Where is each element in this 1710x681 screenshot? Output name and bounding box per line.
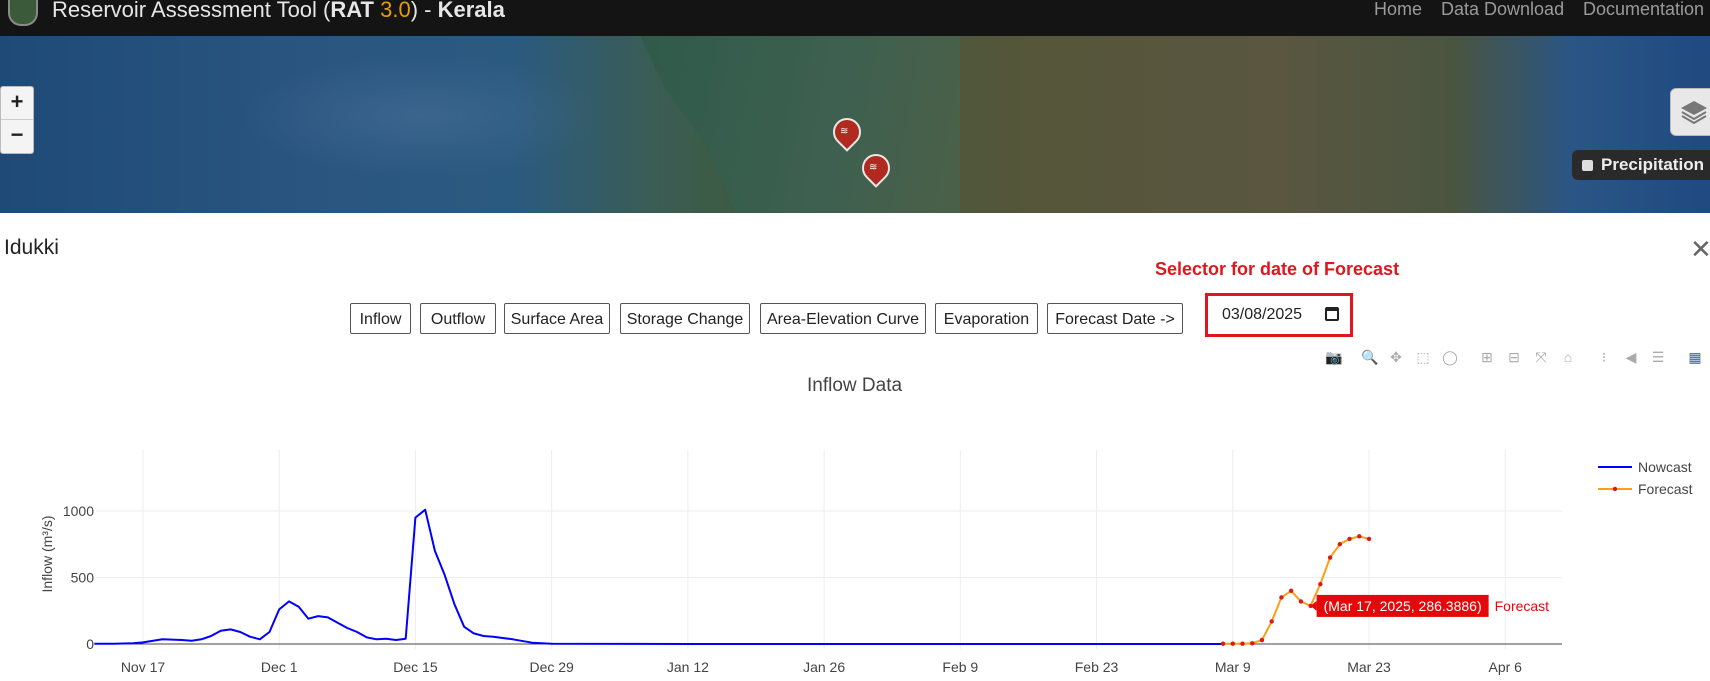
x-tick-label: Nov 17 — [121, 659, 166, 675]
x-tick-label: Mar 23 — [1347, 659, 1391, 675]
zoom-control: + − — [0, 86, 34, 154]
x-tick-label: Dec 15 — [393, 659, 438, 675]
forecast-point[interactable] — [1269, 619, 1274, 624]
y-tick-label: 0 — [86, 636, 94, 652]
series-line-forecast[interactable] — [1223, 535, 1370, 645]
forecast-point[interactable] — [1357, 534, 1362, 539]
hover-compare-icon[interactable]: ☰ — [1650, 349, 1666, 365]
hover-tooltip-series: Forecast — [1495, 598, 1550, 614]
forecast-point[interactable] — [1318, 581, 1323, 587]
pan-icon[interactable]: ✥ — [1388, 349, 1404, 365]
hover-closest-icon[interactable]: ◀ — [1623, 349, 1639, 365]
map-coastline — [640, 36, 960, 213]
tab-evaporation[interactable]: Evaporation — [935, 303, 1038, 334]
checkbox-icon[interactable] — [1582, 160, 1593, 171]
forecast-point[interactable] — [1220, 641, 1226, 646]
chart-title: Inflow Data — [807, 375, 903, 396]
forecast-point[interactable] — [1327, 555, 1333, 560]
forecast-date-button[interactable]: Forecast Date -> — [1047, 303, 1183, 334]
x-tick-label: Feb 9 — [942, 659, 978, 675]
top-navbar: Reservoir Assessment Tool (RAT 3.0) - Ke… — [0, 0, 1710, 36]
calendar-icon[interactable] — [1325, 307, 1339, 321]
inflow-chart[interactable]: Nov 17 Dec 1 Dec 15 Dec 29 Jan 12 Jan 26 Feb 9… — [0, 430, 1710, 681]
close-icon[interactable]: ✕ — [1690, 236, 1710, 262]
hover-tooltip-text: (Mar 17, 2025, 286.3886) — [1324, 598, 1482, 614]
forecast-point[interactable] — [1240, 641, 1245, 646]
legend-label-nowcast[interactable]: Nowcast — [1638, 459, 1692, 475]
x-tick-label: Jan 12 — [667, 659, 709, 675]
precipitation-layer-toggle[interactable]: Precipitation — [1572, 150, 1710, 180]
zoom-out-icon[interactable]: ⊟ — [1506, 349, 1522, 365]
forecast-date-value: 03/08/2025 — [1222, 306, 1303, 323]
y-tick-label: 500 — [71, 570, 95, 586]
precipitation-label: Precipitation — [1601, 155, 1704, 174]
tab-surface-area[interactable]: Surface Area — [504, 303, 610, 334]
legend-label-forecast[interactable]: Forecast — [1638, 481, 1693, 497]
app-title: Reservoir Assessment Tool (RAT 3.0) - Ke… — [52, 0, 505, 22]
home-icon[interactable]: ⌂ — [1560, 349, 1576, 365]
forecast-point[interactable] — [1250, 641, 1255, 646]
app-logo-icon[interactable] — [8, 0, 38, 26]
zoom-in-button[interactable]: + — [1, 87, 33, 120]
x-tick-label: Dec 29 — [529, 659, 574, 675]
layers-icon — [1681, 101, 1707, 125]
nav-documentation[interactable]: Documentation — [1583, 0, 1704, 20]
spike-icon[interactable]: ⁝ — [1596, 349, 1612, 365]
x-tick-label: Mar 9 — [1215, 659, 1251, 675]
zoom-icon[interactable]: 🔍 — [1361, 349, 1378, 365]
map-view[interactable]: + − ≋ ≋ Precipitation — [0, 36, 1710, 213]
dam-icon: ≋ — [839, 126, 849, 137]
reservoir-name: Idukki — [4, 236, 59, 259]
tab-inflow[interactable]: Inflow — [350, 303, 411, 334]
series-line-nowcast[interactable] — [94, 508, 1223, 645]
forecast-date-input[interactable]: 03/08/2025 — [1205, 293, 1353, 337]
dam-icon: ≋ — [868, 162, 878, 173]
forecast-point[interactable] — [1298, 599, 1304, 604]
lasso-icon[interactable]: ◯ — [1442, 349, 1458, 365]
tab-storage-change[interactable]: Storage Change — [620, 303, 750, 334]
forecast-point[interactable] — [1347, 536, 1352, 542]
forecast-point[interactable] — [1337, 542, 1343, 547]
forecast-point[interactable] — [1366, 536, 1372, 542]
x-tick-label: Apr 6 — [1488, 659, 1522, 675]
nav-home[interactable]: Home — [1374, 0, 1422, 20]
camera-icon[interactable]: 📷 — [1325, 349, 1342, 365]
y-tick-label: 1000 — [63, 503, 94, 519]
tab-area-elevation-curve[interactable]: Area-Elevation Curve — [760, 303, 926, 334]
layers-button[interactable] — [1670, 88, 1710, 136]
legend-marker — [1612, 486, 1618, 492]
forecast-point[interactable] — [1230, 641, 1235, 646]
x-tick-label: Dec 1 — [261, 659, 298, 675]
tab-outflow[interactable]: Outflow — [420, 303, 496, 334]
y-axis-label: Inflow (m³/s) — [39, 516, 55, 593]
zoom-in-icon[interactable]: ⊞ — [1479, 349, 1495, 365]
x-tick-label: Jan 26 — [803, 659, 845, 675]
forecast-point[interactable] — [1259, 637, 1265, 643]
zoom-out-button[interactable]: − — [1, 120, 33, 152]
x-tick-label: Feb 23 — [1075, 659, 1119, 675]
autoscale-icon[interactable]: ⤧ — [1533, 349, 1549, 365]
forecast-point[interactable] — [1279, 595, 1284, 600]
box-select-icon[interactable]: ⬚ — [1415, 349, 1431, 365]
forecast-date-annotation: Selector for date of Forecast — [1155, 259, 1400, 279]
nav-data-download[interactable]: Data Download — [1441, 0, 1564, 20]
plotly-logo-icon[interactable]: ▦ — [1687, 349, 1703, 365]
forecast-point[interactable] — [1288, 588, 1294, 593]
